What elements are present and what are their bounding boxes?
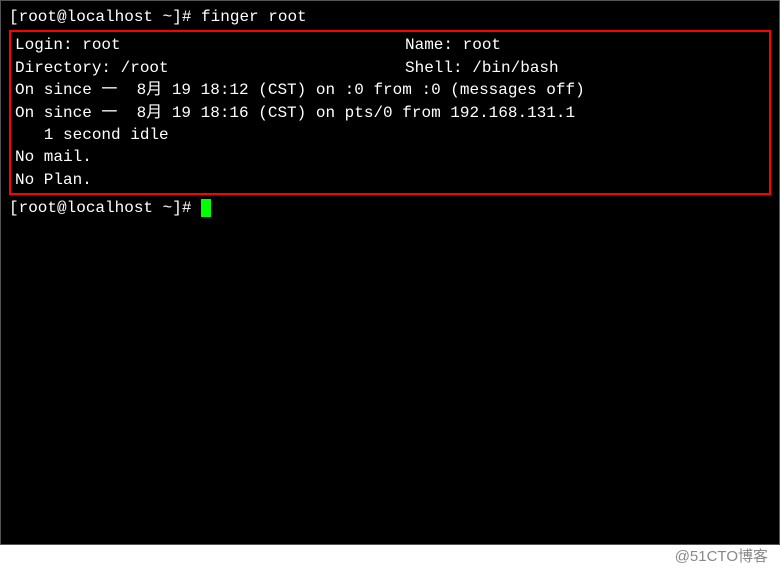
watermark-text: @51CTO博客 (675, 546, 768, 567)
directory-label: Directory: (15, 59, 121, 77)
shell-prompt: [root@localhost ~]# (9, 199, 201, 217)
shell-label: Shell: (405, 59, 472, 77)
name-label: Name: (405, 36, 463, 54)
login-label: Login: (15, 36, 82, 54)
terminal-window[interactable]: [root@localhost ~]# finger root Login: r… (0, 0, 780, 545)
dir-shell-row: Directory: /root Shell: /bin/bash (15, 57, 765, 79)
idle-line: 1 second idle (15, 124, 765, 146)
highlighted-output-box: Login: root Name: root Directory: /root … (9, 30, 771, 195)
name-value: root (463, 36, 501, 54)
session-line-1: On since 一 8月 19 18:12 (CST) on :0 from … (15, 79, 765, 101)
plan-line: No Plan. (15, 169, 765, 191)
login-value: root (82, 36, 120, 54)
command-line-1: [root@localhost ~]# finger root (9, 6, 771, 28)
shell-value: /bin/bash (472, 59, 558, 77)
session-line-2: On since 一 8月 19 18:16 (CST) on pts/0 fr… (15, 102, 765, 124)
command-line-2[interactable]: [root@localhost ~]# (9, 197, 771, 219)
cursor-block (201, 199, 211, 217)
typed-command: finger root (201, 8, 307, 26)
mail-line: No mail. (15, 146, 765, 168)
login-name-row: Login: root Name: root (15, 34, 765, 56)
directory-value: /root (121, 59, 169, 77)
shell-prompt: [root@localhost ~]# (9, 8, 201, 26)
